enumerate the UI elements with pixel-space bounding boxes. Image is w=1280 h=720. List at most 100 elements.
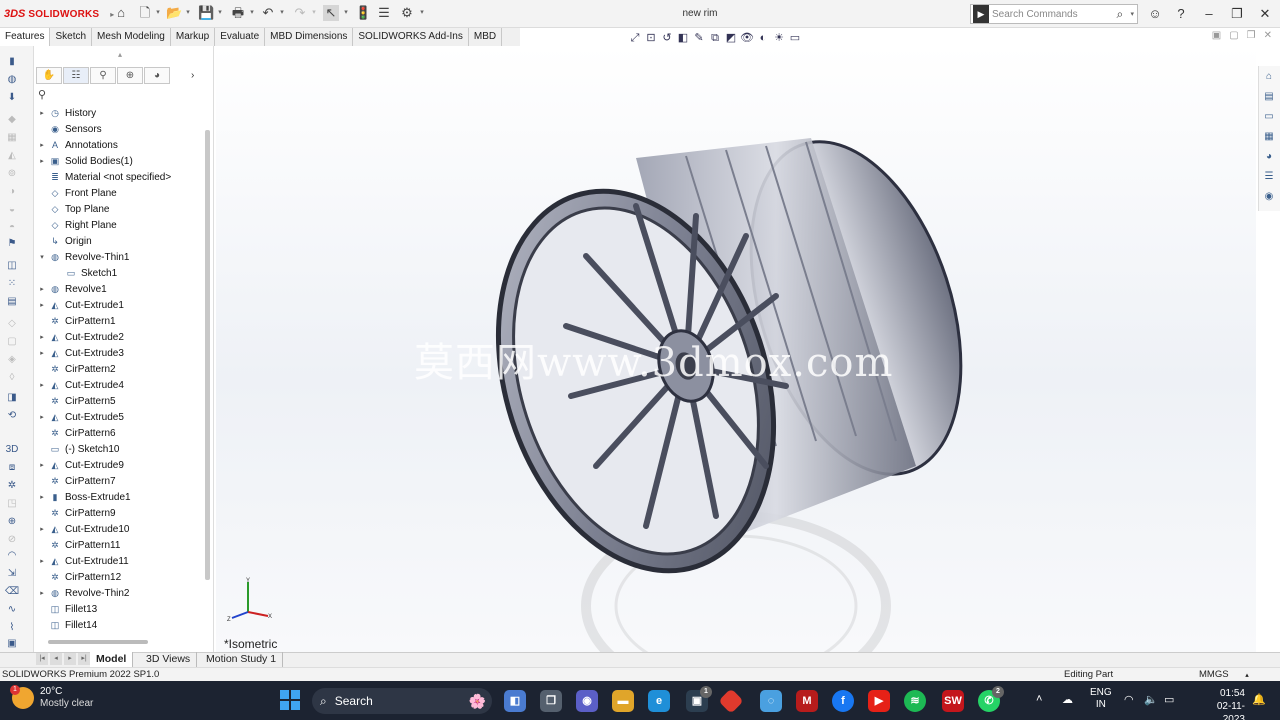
next-tab-icon[interactable]: ▸	[64, 653, 76, 665]
tree-item-boss-extrude1[interactable]: ▸ ▮ Boss-Extrude1	[36, 489, 206, 505]
tree-item-sketch1[interactable]: ▭ Sketch1	[36, 265, 206, 281]
last-tab-icon[interactable]: ▸|	[78, 653, 90, 665]
bottom-tab-model[interactable]: Model	[90, 652, 134, 667]
tree-item-revolve1[interactable]: ▸ ◍ Revolve1	[36, 281, 206, 297]
tree-item-annotations[interactable]: ▸ A Annotations	[36, 137, 206, 153]
solidworks-logo[interactable]: 3DS SOLIDWORKS ▸	[4, 6, 114, 22]
units-selector[interactable]: MMGS ▴	[1199, 669, 1249, 680]
tree-horizontal-scrollbar[interactable]	[48, 640, 148, 644]
doc-minimize-icon[interactable]: ▢	[1229, 30, 1238, 41]
section-view-icon[interactable]: ◧	[676, 31, 690, 45]
doc-restore-icon[interactable]: ❐	[1247, 30, 1256, 41]
search-commands-box[interactable]: ▶ Search Commands ⌕ ▾	[970, 4, 1138, 24]
open-folder-icon[interactable]: 📂	[166, 5, 182, 21]
show-hidden-icons-icon[interactable]: ˄	[1036, 693, 1042, 705]
minimize-button[interactable]: –	[1198, 4, 1220, 24]
boundary-boss-icon[interactable]: ▦	[5, 132, 19, 144]
system-clock[interactable]: 01:54 02-11-2023	[1195, 687, 1245, 720]
swept-boss-icon[interactable]: ⬇	[5, 92, 19, 104]
expand-arrow-icon[interactable]: ▸	[36, 493, 48, 501]
hide-show-items-icon[interactable]: 👁	[740, 31, 754, 45]
boundary-cut-icon[interactable]: ⚑	[5, 238, 19, 250]
notifications-icon[interactable]: 🔔	[1252, 693, 1266, 706]
tab-display-manager-icon[interactable]: ◕	[144, 66, 170, 84]
tabs-expand-icon[interactable]: ›	[191, 70, 194, 81]
doc-tile-icon[interactable]: ▣	[1212, 30, 1221, 41]
select-dropdown-icon[interactable]: ▾	[342, 5, 350, 21]
move-face-icon[interactable]: ⇲	[5, 568, 19, 580]
volume-icon[interactable]: 🔈	[1144, 693, 1158, 706]
solidworks-forum-icon[interactable]: ◉	[1262, 190, 1276, 204]
solidworks-app-icon[interactable]: SW	[942, 690, 964, 712]
tree-item-cut-extrude4[interactable]: ▸ ◭ Cut-Extrude4	[36, 377, 206, 393]
tree-item-material-not-specified[interactable]: ≣ Material <not specified>	[36, 169, 206, 185]
task-view-icon[interactable]: ❐	[540, 690, 562, 712]
tree-item-cirpattern7[interactable]: ✲ CirPattern7	[36, 473, 206, 489]
bottom-tab-motion-study-1[interactable]: Motion Study 1	[200, 652, 284, 667]
shell-icon[interactable]: ▢	[5, 336, 19, 348]
expand-arrow-icon[interactable]: ▸	[36, 557, 48, 565]
tree-scrollbar[interactable]	[205, 130, 210, 580]
new-document-icon[interactable]: 🗋	[137, 5, 153, 21]
tree-item-cut-extrude3[interactable]: ▸ ◭ Cut-Extrude3	[36, 345, 206, 361]
dynamic-annotation-icon[interactable]: ✎	[692, 31, 706, 45]
view-orientation-icon[interactable]: ⧉	[708, 31, 722, 45]
revolved-cut-icon[interactable]: ◑	[5, 186, 19, 198]
expand-arrow-icon[interactable]: ▸	[36, 285, 48, 293]
expand-arrow-icon[interactable]: ▸	[36, 413, 48, 421]
options-dropdown-icon[interactable]: ▾	[418, 5, 426, 21]
close-button[interactable]: ✕	[1254, 4, 1276, 24]
search-icon[interactable]: ⌕	[1116, 7, 1130, 22]
apply-scene-icon[interactable]: ☀	[772, 31, 786, 45]
file-explorer-icon[interactable]: ▭	[1262, 110, 1276, 124]
teams-app-icon[interactable]: ◧	[504, 690, 526, 712]
expand-arrow-icon[interactable]: ▸	[36, 589, 48, 597]
curves-icon[interactable]: ⟲	[5, 410, 19, 422]
tab-mesh-modeling[interactable]: Mesh Modeling	[92, 28, 171, 46]
open-dropdown-icon[interactable]: ▾	[184, 5, 192, 21]
tab-mbd-dimensions[interactable]: MBD Dimensions	[265, 28, 354, 46]
tree-item-cirpattern5[interactable]: ✲ CirPattern5	[36, 393, 206, 409]
tree-item-cut-extrude11[interactable]: ▸ ◭ Cut-Extrude11	[36, 553, 206, 569]
expand-arrow-icon[interactable]: ▸	[36, 301, 48, 309]
scale-icon[interactable]: ◳	[5, 498, 19, 510]
redo-dropdown-icon[interactable]: ▾	[310, 5, 318, 21]
print-dropdown-icon[interactable]: ▾	[248, 5, 256, 21]
tree-item-sensors[interactable]: ◉ Sensors	[36, 121, 206, 137]
tree-item-solid-bodies-1[interactable]: ▸ ▣ Solid Bodies(1)	[36, 153, 206, 169]
wrap-icon[interactable]: ◈	[5, 354, 19, 366]
combine-icon[interactable]: ⊕	[5, 516, 19, 528]
browser-app-icon[interactable]: ◌	[760, 690, 782, 712]
first-tab-icon[interactable]: |◂	[36, 653, 48, 665]
expand-arrow-icon[interactable]: ▸	[36, 157, 48, 165]
cavity-icon[interactable]: ▣	[5, 638, 19, 650]
expand-arrow-icon[interactable]: ▸	[36, 381, 48, 389]
tab-evaluate[interactable]: Evaluate	[215, 28, 266, 46]
select-cursor-icon[interactable]: ↖	[323, 5, 339, 21]
circular-pattern-icon[interactable]: ✲	[5, 480, 19, 492]
tree-item-top-plane[interactable]: ◇ Top Plane	[36, 201, 206, 217]
view-settings-icon[interactable]: ▭	[788, 31, 802, 45]
appearances-icon[interactable]: ◕	[1262, 150, 1276, 164]
expand-arrow-icon[interactable]: ▸	[36, 525, 48, 533]
tree-item-cirpattern11[interactable]: ✲ CirPattern11	[36, 537, 206, 553]
tree-item-fillet14[interactable]: ◫ Fillet14	[36, 617, 206, 633]
tab-mbd[interactable]: MBD	[469, 28, 503, 46]
tree-item-front-plane[interactable]: ◇ Front Plane	[36, 185, 206, 201]
windows-start-icon[interactable]	[280, 690, 300, 710]
whatsapp-app-icon[interactable]: ✆ 2	[978, 686, 1004, 712]
new-dropdown-icon[interactable]: ▾	[154, 5, 162, 21]
lofted-cut-icon[interactable]: ◓	[5, 222, 19, 234]
split-icon[interactable]: ⊘	[5, 534, 19, 546]
delete-face-icon[interactable]: ⌫	[5, 586, 19, 598]
options-gear-icon[interactable]: ⚙	[399, 5, 415, 21]
weather-widget[interactable]: 1 20°C Mostly clear	[10, 685, 93, 710]
collapse-arrow-icon[interactable]: ▾	[36, 253, 48, 261]
panel-collapse-arrow-icon[interactable]: ▴	[118, 50, 122, 59]
tree-item-cut-extrude1[interactable]: ▸ ◭ Cut-Extrude1	[36, 297, 206, 313]
expand-arrow-icon[interactable]: ▸	[36, 333, 48, 341]
extruded-boss-icon[interactable]: ▮	[5, 56, 19, 68]
linear-pattern-icon[interactable]: ⁙	[5, 278, 19, 290]
draft-icon[interactable]: ◇	[5, 318, 19, 330]
battery-icon[interactable]: ▭	[1164, 693, 1174, 706]
